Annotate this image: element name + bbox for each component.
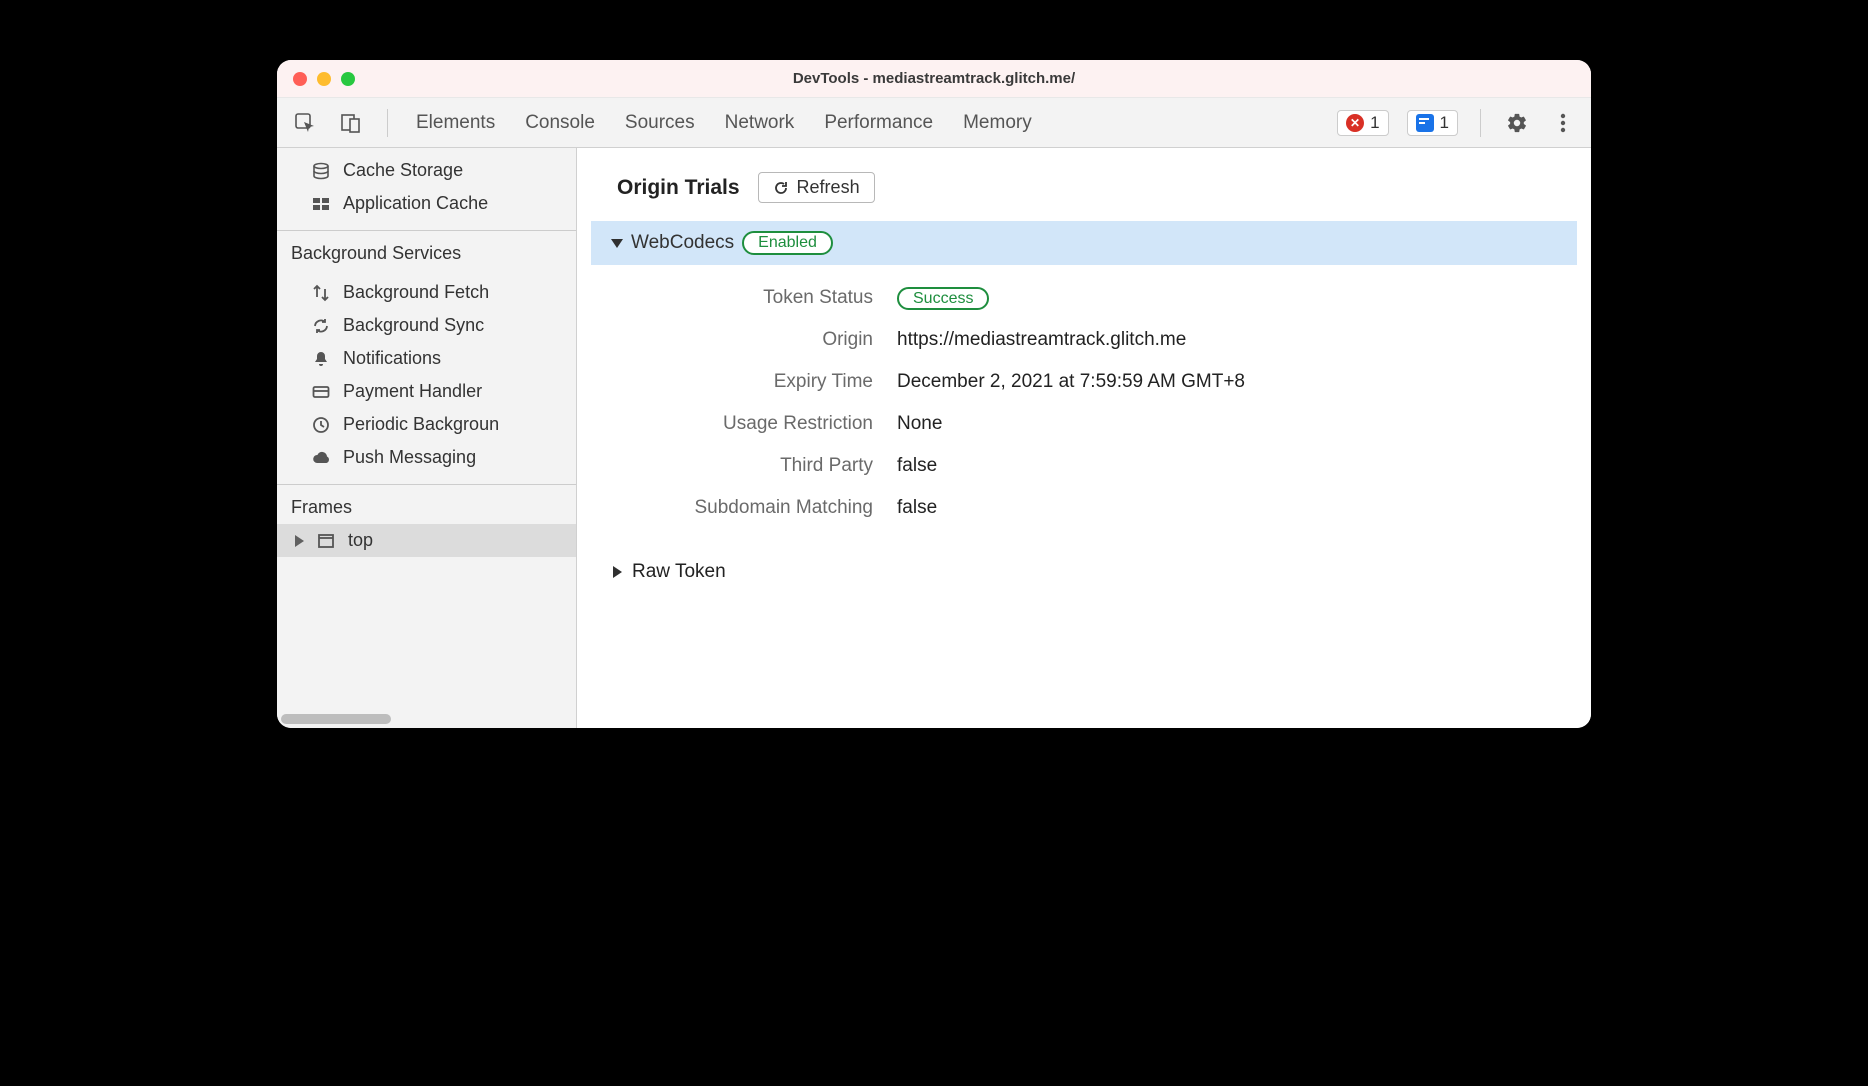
trial-name: WebCodecs (631, 232, 734, 254)
sidebar-item-notifications[interactable]: Notifications (277, 342, 576, 375)
token-status-badge: Success (897, 287, 989, 310)
refresh-icon (773, 180, 789, 196)
issues-icon (1416, 114, 1434, 132)
expand-icon[interactable] (613, 566, 622, 578)
cloud-icon (311, 449, 331, 467)
collapse-icon[interactable] (611, 239, 623, 248)
detail-row-origin: Origin https://mediastreamtrack.glitch.m… (637, 319, 1551, 361)
panel-heading: Origin Trials (617, 176, 740, 200)
detail-label: Subdomain Matching (637, 497, 897, 519)
toolbar-divider (1480, 109, 1481, 137)
horizontal-scrollbar[interactable] (281, 714, 391, 724)
database-icon (311, 162, 331, 180)
sidebar-heading-frames: Frames (277, 487, 576, 524)
raw-token-label: Raw Token (632, 561, 726, 583)
devtools-window: DevTools - mediastreamtrack.glitch.me/ E… (277, 60, 1591, 728)
sidebar-item-payment-handler[interactable]: Payment Handler (277, 375, 576, 408)
sidebar-divider (277, 484, 576, 485)
detail-label: Expiry Time (637, 371, 897, 393)
trial-details: Token Status Success Origin https://medi… (577, 277, 1591, 547)
detail-row-expiry-time: Expiry Time December 2, 2021 at 7:59:59 … (637, 361, 1551, 403)
titlebar: DevTools - mediastreamtrack.glitch.me/ (277, 60, 1591, 98)
sidebar-heading-background-services: Background Services (277, 233, 576, 270)
window-title: DevTools - mediastreamtrack.glitch.me/ (277, 70, 1591, 87)
detail-label: Third Party (637, 455, 897, 477)
sidebar-item-background-sync[interactable]: Background Sync (277, 309, 576, 342)
minimize-window-button[interactable] (317, 72, 331, 86)
sidebar-item-label: Notifications (343, 348, 441, 369)
sidebar-item-label: Payment Handler (343, 381, 482, 402)
clock-icon (311, 416, 331, 434)
grid-icon (311, 195, 331, 213)
expand-icon[interactable] (295, 535, 304, 547)
sidebar-item-label: Background Fetch (343, 282, 489, 303)
toolbar-divider (387, 109, 388, 137)
raw-token-row[interactable]: Raw Token (577, 547, 1591, 583)
detail-label: Origin (637, 329, 897, 351)
more-menu-icon[interactable] (1549, 109, 1577, 137)
bell-icon (311, 350, 331, 368)
error-icon: ✕ (1346, 114, 1364, 132)
trial-row-webcodecs[interactable]: WebCodecs Enabled (591, 221, 1577, 265)
frame-icon (316, 532, 336, 550)
errors-badge[interactable]: ✕ 1 (1337, 110, 1388, 136)
detail-row-third-party: Third Party false (637, 445, 1551, 487)
sidebar-item-application-cache[interactable]: Application Cache (277, 187, 576, 220)
refresh-label: Refresh (797, 177, 860, 198)
sync-icon (311, 317, 331, 335)
sidebar-item-label: top (348, 530, 373, 551)
tab-console[interactable]: Console (519, 108, 601, 138)
errors-count: 1 (1370, 113, 1379, 133)
inspect-element-icon[interactable] (291, 109, 319, 137)
sidebar-item-label: Push Messaging (343, 447, 476, 468)
trial-status-badge: Enabled (742, 231, 833, 255)
detail-value: false (897, 455, 937, 477)
sidebar-item-cache-storage[interactable]: Cache Storage (277, 154, 576, 187)
sidebar-item-label: Application Cache (343, 193, 488, 214)
device-toolbar-icon[interactable] (337, 109, 365, 137)
zoom-window-button[interactable] (341, 72, 355, 86)
devtools-toolbar: Elements Console Sources Network Perform… (277, 98, 1591, 148)
detail-label: Usage Restriction (637, 413, 897, 435)
tab-performance[interactable]: Performance (818, 108, 939, 138)
sidebar-item-push-messaging[interactable]: Push Messaging (277, 441, 576, 474)
sidebar-divider (277, 230, 576, 231)
sidebar-item-background-fetch[interactable]: Background Fetch (277, 276, 576, 309)
detail-row-token-status: Token Status Success (637, 277, 1551, 319)
tab-sources[interactable]: Sources (619, 108, 701, 138)
traffic-lights (293, 72, 355, 86)
sidebar-item-label: Cache Storage (343, 160, 463, 181)
refresh-button[interactable]: Refresh (758, 172, 875, 203)
application-sidebar: Cache Storage Application Cache Backgrou… (277, 148, 577, 728)
detail-row-subdomain-matching: Subdomain Matching false (637, 487, 1551, 529)
transfer-icon (311, 284, 331, 302)
tab-memory[interactable]: Memory (957, 108, 1038, 138)
detail-value: https://mediastreamtrack.glitch.me (897, 329, 1186, 351)
issues-count: 1 (1440, 113, 1449, 133)
main-panel: Origin Trials Refresh WebCodecs Enabled … (577, 148, 1591, 728)
settings-icon[interactable] (1503, 109, 1531, 137)
close-window-button[interactable] (293, 72, 307, 86)
issues-badge[interactable]: 1 (1407, 110, 1458, 136)
tab-network[interactable]: Network (719, 108, 801, 138)
detail-value: None (897, 413, 942, 435)
credit-card-icon (311, 383, 331, 401)
detail-row-usage-restriction: Usage Restriction None (637, 403, 1551, 445)
devtools-body: Cache Storage Application Cache Backgrou… (277, 148, 1591, 728)
detail-value: December 2, 2021 at 7:59:59 AM GMT+8 (897, 371, 1245, 393)
tab-elements[interactable]: Elements (410, 108, 501, 138)
detail-label: Token Status (637, 287, 897, 309)
detail-value: false (897, 497, 937, 519)
sidebar-item-label: Periodic Backgroun (343, 414, 499, 435)
sidebar-item-label: Background Sync (343, 315, 484, 336)
sidebar-item-periodic-background[interactable]: Periodic Backgroun (277, 408, 576, 441)
sidebar-item-frame-top[interactable]: top (277, 524, 576, 557)
